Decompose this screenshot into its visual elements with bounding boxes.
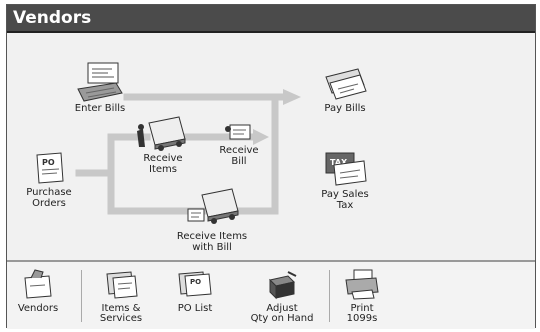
- arrow-to-pay-bills: [283, 89, 301, 105]
- receive-items-label: Receive Items: [143, 153, 183, 175]
- adjust-qty-button[interactable]: Adjust Qty on Hand: [247, 268, 317, 324]
- po-list-icon: PO: [178, 271, 212, 297]
- window-titlebar: Vendors: [7, 5, 535, 33]
- truck-with-bill-icon: [187, 188, 239, 224]
- print-1099s-label: Print 1099s: [346, 303, 378, 324]
- adjust-qty-icon: [269, 271, 297, 300]
- vendors-folder-icon: [24, 269, 52, 299]
- vendors-label: Vendors: [17, 303, 59, 314]
- bill-icon: [225, 124, 251, 140]
- svg-text:PO: PO: [42, 158, 55, 167]
- pay-sales-tax-label: Pay Sales Tax: [321, 189, 369, 211]
- toolbar-divider-2: [329, 270, 330, 322]
- receive-bill-node[interactable]: Receive Bill: [213, 121, 265, 167]
- adjust-qty-label: Adjust Qty on Hand: [250, 303, 314, 324]
- purchase-order-icon: PO: [36, 152, 64, 184]
- purchase-orders-label: Purchase Orders: [26, 187, 72, 209]
- vendors-button[interactable]: Vendors: [15, 268, 61, 314]
- vendor-flowchart: Enter Bills PO Purchase Orders Receive I…: [7, 33, 535, 259]
- enter-bills-node[interactable]: Enter Bills: [65, 59, 135, 114]
- po-list-button[interactable]: PO PO List: [167, 268, 223, 314]
- receive-items-with-bill-node[interactable]: Receive Items with Bill: [167, 187, 257, 253]
- vendor-toolbar: Vendors Items & Services PO PO List Adju…: [7, 260, 535, 329]
- receive-bill-label: Receive Bill: [219, 145, 259, 167]
- vendors-window: Vendors Enter Bills PO Purchase Orders R…: [6, 4, 536, 329]
- toolbar-divider: [81, 270, 82, 322]
- svg-text:PO: PO: [190, 278, 201, 286]
- po-list-label: PO List: [177, 303, 213, 314]
- items-services-button[interactable]: Items & Services: [91, 268, 151, 324]
- window-title: Vendors: [13, 8, 92, 28]
- pay-bills-node[interactable]: Pay Bills: [313, 63, 377, 114]
- receive-items-with-bill-label: Receive Items with Bill: [176, 231, 248, 253]
- receive-items-node[interactable]: Receive Items: [131, 113, 195, 175]
- pay-sales-tax-node[interactable]: TAX Pay Sales Tax: [313, 149, 377, 211]
- delivery-truck-icon: [137, 116, 186, 151]
- print-1099s-button[interactable]: Print 1099s: [337, 268, 387, 324]
- enter-bills-label: Enter Bills: [74, 103, 126, 114]
- pay-bills-label: Pay Bills: [324, 103, 366, 114]
- purchase-orders-node[interactable]: PO Purchase Orders: [19, 151, 79, 209]
- printer-icon: [345, 269, 379, 300]
- items-services-icon: [106, 271, 138, 299]
- items-services-label: Items & Services: [99, 303, 143, 324]
- tax-form-icon: TAX: [325, 152, 367, 186]
- checks-icon: [325, 68, 367, 100]
- bill-keyboard-icon: [77, 62, 123, 102]
